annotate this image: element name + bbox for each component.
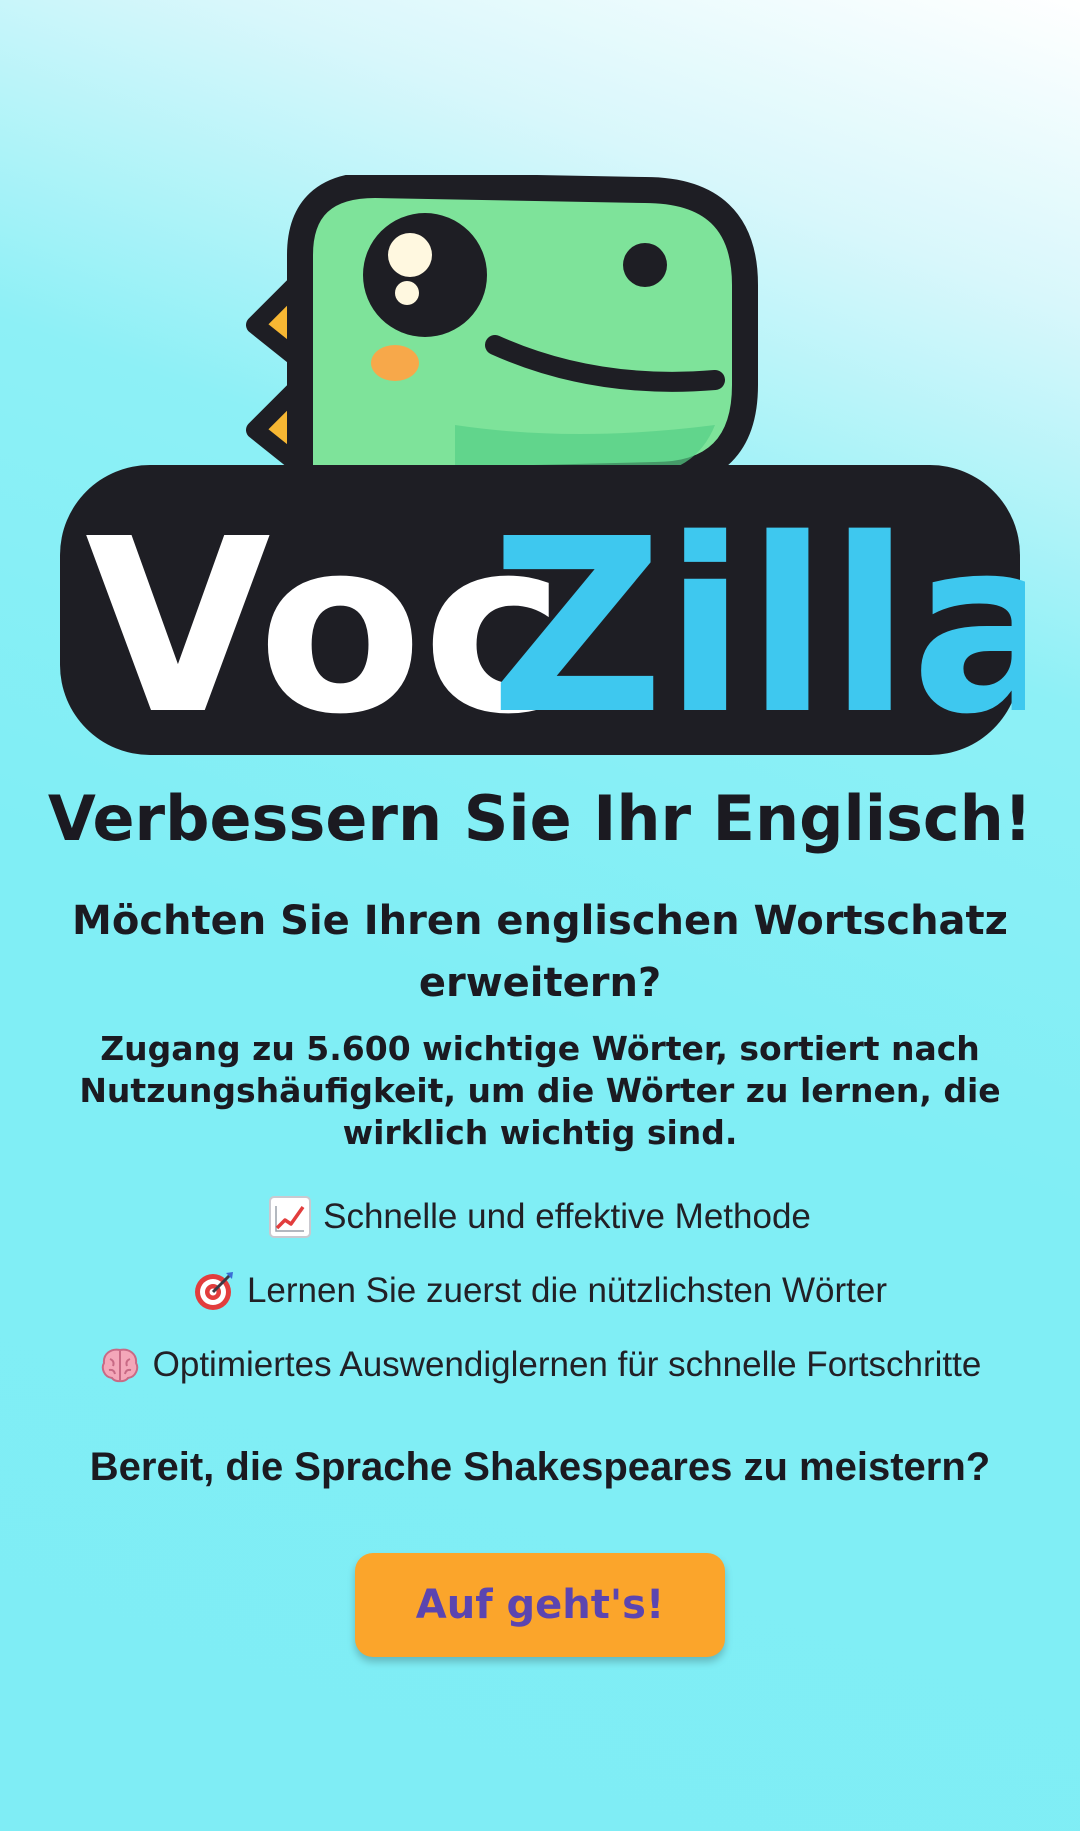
feature-item: Optimiertes Auswendiglernen für schnelle… — [20, 1340, 1060, 1414]
feature-item: Lernen Sie zuerst die nützlichsten Wörte… — [20, 1266, 1060, 1340]
voczilla-logo: Voc Zilla — [55, 175, 1025, 755]
logo-graphic: Voc Zilla — [60, 175, 1025, 755]
target-icon — [194, 1272, 233, 1310]
start-button[interactable]: Auf geht's! — [355, 1553, 725, 1657]
subtitle: Möchten Sie Ihren englischen Wortschatz … — [72, 898, 1008, 1006]
chart-increasing-icon — [269, 1196, 312, 1238]
ready-question: Bereit, die Sprache Shakespeares zu meis… — [89, 1445, 991, 1489]
brain-icon — [101, 1348, 138, 1383]
description: Zugang zu 5.600 wichtige Wörter, sortier… — [79, 1029, 1001, 1152]
feature-list: Schnelle und effektive Methode Lernen Si… — [20, 1192, 1060, 1414]
welcome-screen: Voc Zilla Verbessern Sie Ihr Englisch! M… — [0, 0, 1080, 1831]
feature-text: Optimiertes Auswendiglernen für schnelle… — [152, 1345, 982, 1384]
feature-item: Schnelle und effektive Methode — [20, 1192, 1060, 1266]
page-headline: Verbessern Sie Ihr Englisch! — [47, 782, 1033, 855]
wordmark-zilla: Zilla — [490, 487, 1025, 755]
wordmark: Voc Zilla — [85, 487, 1025, 755]
feature-text: Schnelle und effektive Methode — [323, 1197, 811, 1236]
feature-text: Lernen Sie zuerst die nützlichsten Wörte… — [246, 1271, 888, 1310]
